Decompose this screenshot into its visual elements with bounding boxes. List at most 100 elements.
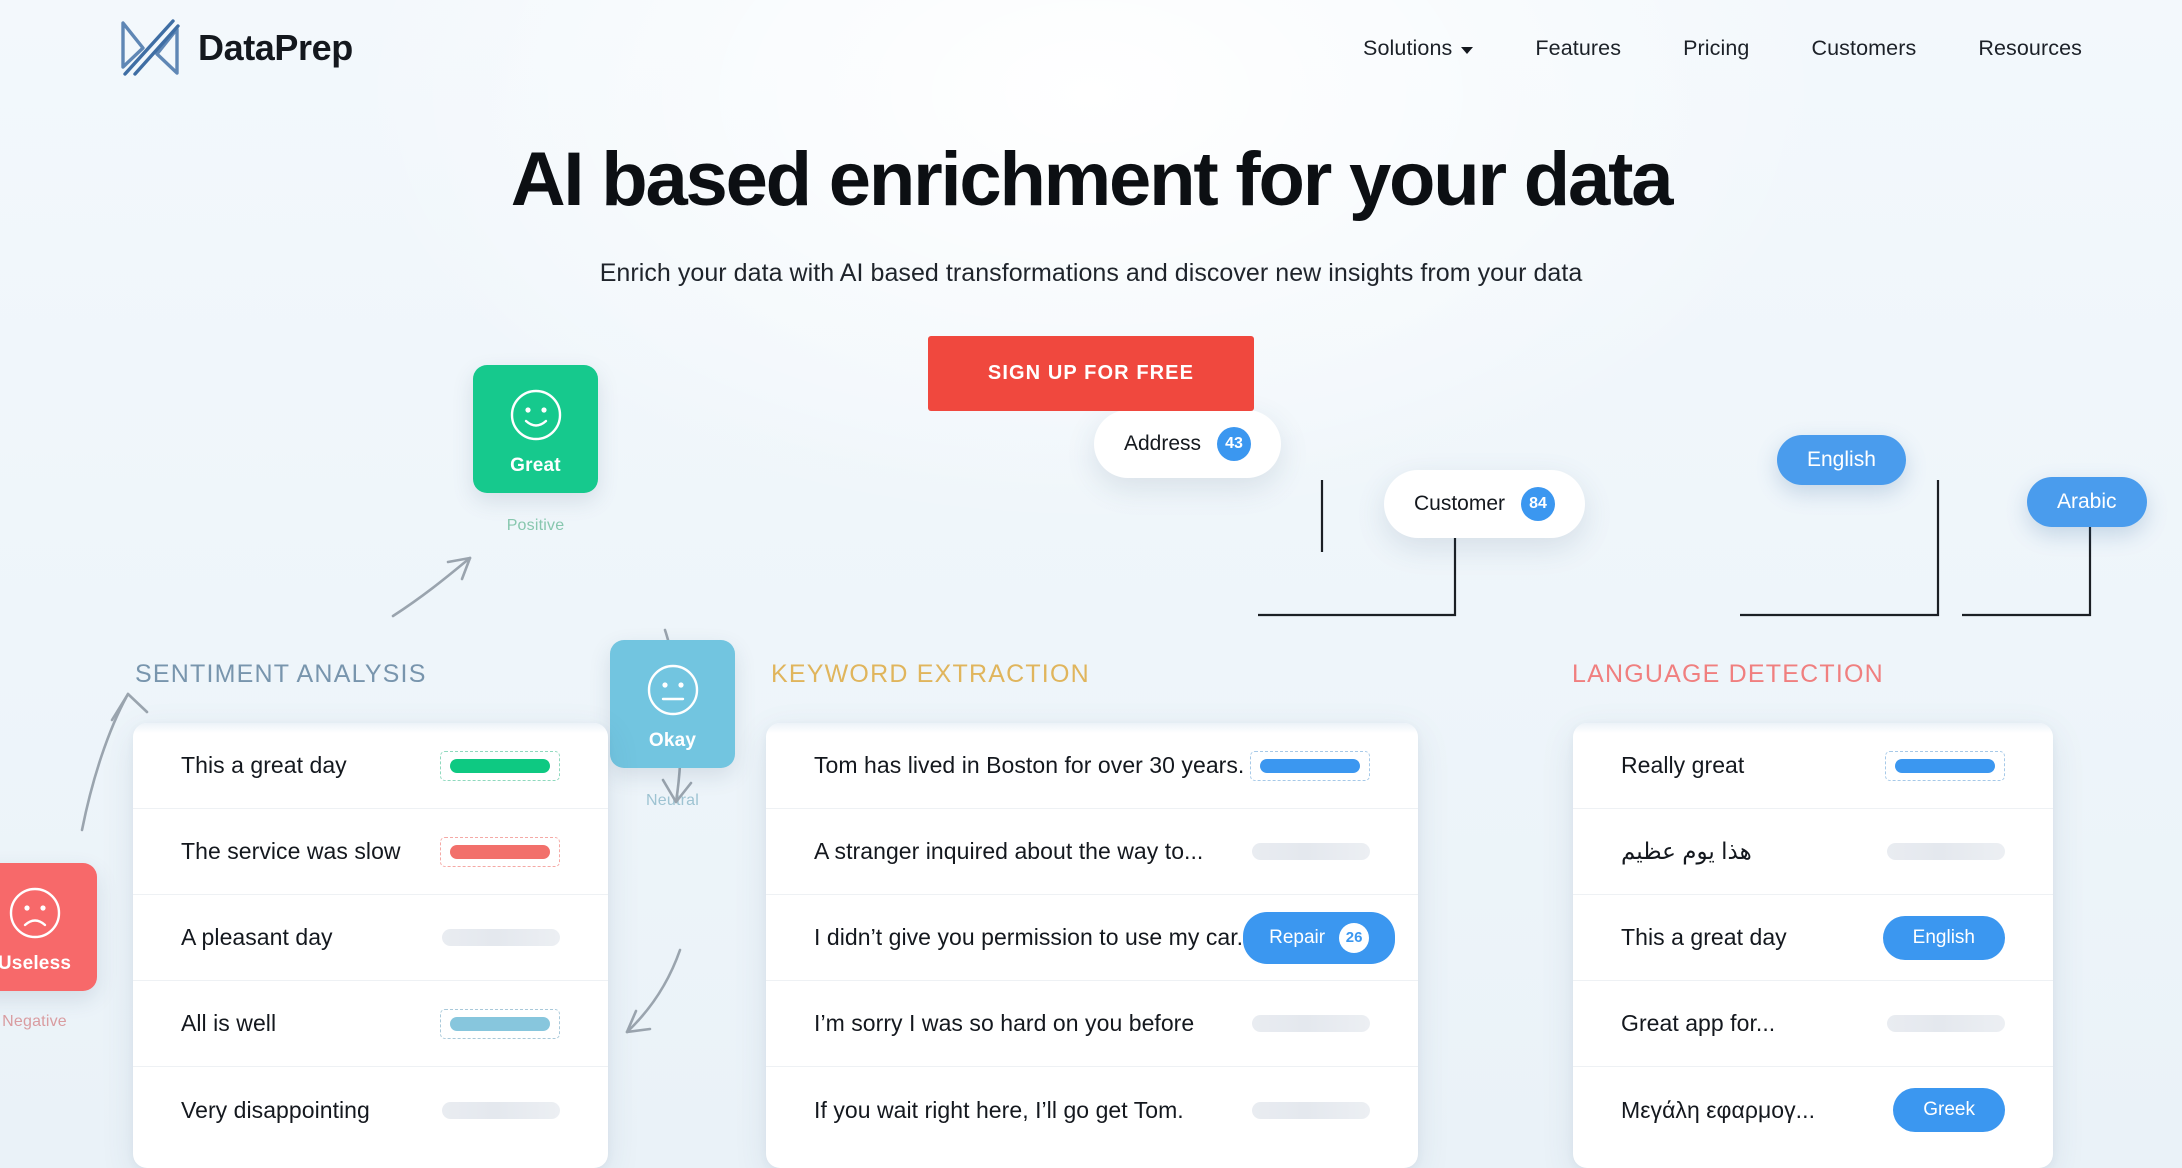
nav-item-pricing[interactable]: Pricing [1683,36,1749,61]
mood-card-neutral[interactable]: Okay [610,640,735,768]
sentiment-row-value [442,929,560,946]
value-bar-placeholder [442,929,560,946]
language-row-text: هذا يوم عظيم [1621,838,1752,864]
callout-count-badge: 84 [1521,487,1556,521]
keyword-row-text: A stranger inquired about the way to... [814,838,1204,864]
keyword-chip-address [1250,750,1370,781]
table-row[interactable]: This a great day [133,723,608,809]
value-bar-placeholder [1887,843,2005,860]
callout-customer[interactable]: Customer 84 [1384,470,1586,538]
site-header: DataPrep Solutions Features Pricing Cust… [0,0,2182,96]
table-row[interactable]: Μεγάλη εφαρμογ... Greek [1573,1067,2053,1153]
callout-label: Address [1124,432,1202,455]
keyword-row-value [1252,1015,1370,1032]
sentiment-row-text: The service was slow [181,838,401,864]
language-detection-panel: Really great هذا يوم عظيم This a great d… [1573,723,2053,1168]
table-row[interactable]: I’m sorry I was so hard on you before [766,981,1418,1067]
main-navigation: Solutions Features Pricing Customers Res… [1363,36,2082,61]
keyword-row-value: Repair 26 [1243,911,1396,964]
feature-showcase: SENTIMENT ANALYSIS Useless Negative Grea… [0,365,2182,1168]
cta-container: SIGN UP FOR FREE [0,335,2182,411]
language-tag-label: English [1912,926,1975,948]
table-row[interactable]: A stranger inquired about the way to... [766,809,1418,895]
table-row[interactable]: Very disappointing [133,1067,608,1153]
keyword-row-text: I didn’t give you permission to use my c… [814,924,1244,950]
value-bar-placeholder [1887,1015,2005,1032]
language-row-value: English [1882,915,2005,960]
chevron-down-icon [1461,46,1474,54]
table-row[interactable]: This a great day English [1573,895,2053,981]
sentiment-chip-positive [440,750,560,781]
value-bar [1260,758,1360,773]
dataprep-x-logo-icon [121,19,180,76]
keyword-row-text: I’m sorry I was so hard on you before [814,1010,1195,1036]
mood-label-neutral: Okay [648,730,697,751]
nav-item-solutions[interactable]: Solutions [1363,35,1474,61]
sentiment-row-text: This a great day [181,752,347,778]
language-row-value: Greek [1893,1088,2005,1132]
table-row[interactable]: Really great [1573,723,2053,809]
language-tag-english[interactable]: English [1882,915,2005,960]
language-row-text: This a great day [1621,924,1787,950]
table-row[interactable]: All is well [133,981,608,1067]
table-row[interactable]: The service was slow [133,809,608,895]
language-row-text: Really great [1621,752,1745,778]
value-bar [1895,758,1995,773]
sentiment-chip-negative [440,836,560,867]
value-bar-placeholder [1252,843,1370,860]
keyword-tag-count: 26 [1339,922,1370,953]
sentiment-row-value [440,836,560,867]
hero-subtitle: Enrich your data with AI based transform… [599,258,1583,287]
mood-caption-neutral: Neutral [646,792,699,809]
neutral-face-icon [647,664,698,716]
sentiment-row-value [442,1101,560,1119]
callout-address[interactable]: Address 43 [1094,410,1282,478]
keyword-row-text: If you wait right here, I’ll go get Tom. [814,1096,1184,1123]
keyword-tag-repair[interactable]: Repair 26 [1243,911,1396,964]
table-row[interactable]: Tom has lived in Boston for over 30 year… [766,723,1418,809]
sign-up-for-free-button[interactable]: SIGN UP FOR FREE [927,335,1255,411]
brand-logo[interactable]: DataPrep [118,17,353,79]
nav-item-customers[interactable]: Customers [1811,36,1916,61]
section-label-language-detection: LANGUAGE DETECTION [1572,660,1884,688]
sentiment-row-text: A pleasant day [181,924,333,950]
brand-name: DataPrep [198,27,353,68]
keyword-extraction-panel: Tom has lived in Boston for over 30 year… [766,723,1418,1168]
language-pill-english[interactable]: English [1777,435,1906,485]
keyword-row-text: Tom has lived in Boston for over 30 year… [814,752,1245,778]
callout-count-badge: 43 [1217,427,1252,461]
value-bar-placeholder [442,1101,560,1119]
language-pill-arabic[interactable]: Arabic [2027,477,2147,527]
sentiment-row-value [440,750,560,781]
mood-label-positive: Great [510,455,561,476]
table-row[interactable]: I didn’t give you permission to use my c… [766,895,1418,981]
nav-item-resources[interactable]: Resources [1978,36,2082,61]
keyword-tag-label: Repair [1269,926,1326,948]
section-label-keyword-extraction: KEYWORD EXTRACTION [771,660,1090,688]
value-bar [450,1016,550,1031]
table-row[interactable]: هذا يوم عظيم [1573,809,2053,895]
mood-label-negative: Useless [0,953,72,974]
frown-face-icon [9,887,60,939]
language-tag-label: Greek [1923,1099,1975,1120]
keyword-row-value [1252,843,1370,860]
nav-item-solutions-label: Solutions [1363,35,1453,60]
mood-card-negative[interactable]: Useless [0,863,97,991]
mood-caption-positive: Positive [506,517,565,534]
keyword-row-value [1250,750,1370,781]
value-bar [450,758,550,773]
language-tag-greek[interactable]: Greek [1893,1088,2005,1132]
language-row-value [1885,750,2005,781]
mood-caption-negative: Negative [2,1013,67,1030]
table-row[interactable]: Great app for... [1573,981,2053,1067]
language-row-value [1887,843,2005,860]
nav-item-features[interactable]: Features [1535,36,1621,61]
sentiment-analysis-panel: This a great day The service was slow A … [133,723,608,1168]
table-row[interactable]: A pleasant day [133,895,608,981]
hero-section: AI based enrichment for your data Enrich… [0,139,2182,411]
sentiment-row-text: Very disappointing [181,1096,370,1123]
table-row[interactable]: If you wait right here, I’ll go get Tom. [766,1067,1418,1153]
sentiment-row-text: All is well [181,1010,277,1036]
sentiment-row-value [440,1008,560,1039]
callout-label: Customer [1414,492,1506,515]
